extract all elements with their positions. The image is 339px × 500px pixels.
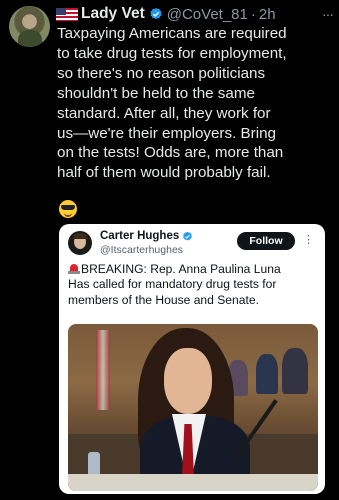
author-avatar[interactable] (9, 6, 50, 47)
background-person (256, 354, 278, 394)
quoted-tweet-body: BREAKING: Rep. Anna Paulina Luna Has cal… (68, 262, 281, 307)
quoted-author-name[interactable]: Carter Hughes (100, 230, 179, 242)
verified-badge-icon (150, 7, 162, 20)
background-person (282, 348, 308, 394)
hearing-photo[interactable] (68, 324, 318, 491)
separator-dot: · (250, 5, 256, 23)
tweet-time[interactable]: 2h (259, 6, 276, 23)
quoted-tweet-text: BREAKING: Rep. Anna Paulina Luna Has cal… (68, 262, 320, 308)
quoted-author-avatar[interactable] (68, 231, 92, 255)
author-handle[interactable]: @CoVet_81 (167, 6, 248, 23)
author-name[interactable]: Lady Vet (81, 5, 145, 23)
quoted-author-handle[interactable]: @Itscarterhughes (100, 244, 183, 256)
flag-in-background (96, 330, 110, 410)
siren-icon (68, 263, 80, 274)
tweet-header: Lady Vet @CoVet_81 · 2h ··· (56, 3, 334, 25)
follow-button[interactable]: Follow (237, 232, 295, 250)
verified-badge-icon (183, 231, 193, 241)
woman-face (164, 348, 212, 414)
quoted-more-options-icon[interactable]: ⋮ (303, 233, 314, 246)
sunglasses-face-emoji-icon (59, 200, 77, 218)
tweet-text: Taxpaying Americans are required to take… (57, 25, 287, 182)
quoted-tweet-card[interactable]: Carter Hughes @Itscarterhughes Follow ⋮ … (59, 224, 325, 494)
more-options-icon[interactable]: ··· (322, 6, 334, 22)
desk-papers (68, 474, 318, 491)
us-flag-icon (56, 7, 78, 21)
quoted-author-row: Carter Hughes (100, 230, 197, 242)
